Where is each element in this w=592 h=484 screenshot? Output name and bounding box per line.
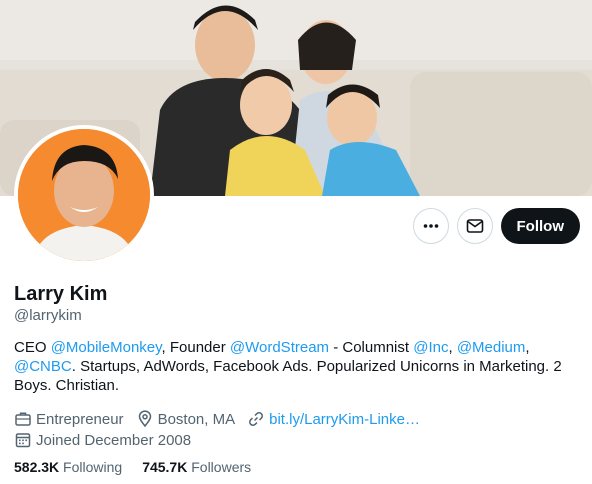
display-name: Larry Kim [14, 283, 108, 305]
location-pin-icon [138, 410, 151, 428]
meta-row: Joined December 2008 [14, 430, 584, 450]
more-dots-icon [423, 224, 438, 228]
mention-link[interactable]: @Inc [413, 339, 448, 356]
calendar-icon [15, 433, 31, 448]
profile-bio: CEO @MobileMonkey, Founder @WordStream -… [14, 338, 584, 395]
followers-count: 745.7K [142, 459, 188, 475]
bio-text: , [525, 339, 530, 356]
website-link[interactable]: bit.ly/LarryKim-Linke… [269, 411, 420, 428]
follow-button[interactable]: Follow [500, 208, 580, 244]
following-count: 582.3K [14, 459, 60, 475]
bio-text: . Startups, AdWords, Facebook Ads. Popul… [14, 358, 562, 394]
mention-link[interactable]: @CNBC [14, 358, 72, 375]
avatar-portrait [18, 129, 150, 261]
envelope-icon [466, 219, 483, 233]
bio-text: , Founder [161, 339, 230, 356]
mention-link[interactable]: @MobileMonkey [51, 339, 162, 356]
message-button[interactable] [456, 208, 493, 244]
followers-label: Followers [191, 459, 252, 475]
profession-item: Entrepreneur [14, 410, 124, 428]
website-item[interactable]: bit.ly/LarryKim-Linke… [247, 410, 420, 428]
joined-item: Joined December 2008 [14, 431, 191, 449]
bio-text: CEO [14, 339, 51, 356]
more-button[interactable] [412, 208, 449, 244]
follow-stats: 582.3K Following 745.7K Followers [14, 459, 271, 475]
profile-meta: Entrepreneur Boston, MA bit.ly/LarryKim-… [14, 409, 584, 451]
followers-stat[interactable]: 745.7K Followers [142, 459, 251, 475]
mention-link[interactable]: @WordStream [230, 339, 329, 356]
user-handle: @larrykim [14, 307, 82, 324]
location-item: Boston, MA [136, 410, 236, 428]
following-stat[interactable]: 582.3K Following [14, 459, 122, 475]
location-text: Boston, MA [157, 410, 236, 428]
briefcase-icon [15, 412, 31, 426]
profile-actions: Follow [412, 208, 580, 244]
meta-row: Entrepreneur Boston, MA bit.ly/LarryKim-… [14, 409, 584, 429]
bio-text: , [448, 339, 457, 356]
link-icon [249, 412, 264, 426]
mention-link[interactable]: @Medium [457, 339, 526, 356]
joined-text: Joined December 2008 [36, 431, 192, 449]
following-label: Following [63, 459, 123, 475]
profile-avatar[interactable] [14, 125, 154, 265]
profession-text: Entrepreneur [36, 410, 124, 428]
bio-text: - Columnist [329, 339, 414, 356]
